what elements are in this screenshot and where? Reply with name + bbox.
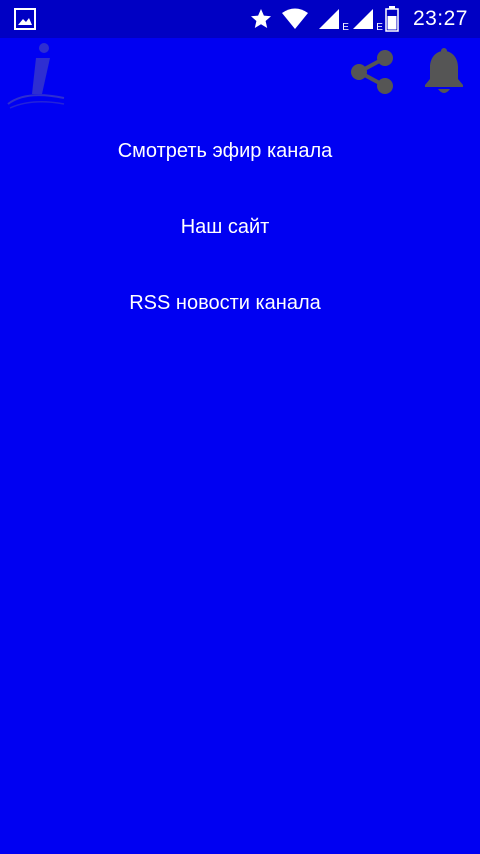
menu-item-watch-live[interactable]: Смотреть эфир канала [0,130,450,206]
signal-icon: E [351,7,383,33]
menu-item-rss-news[interactable]: RSS новости канала [0,282,450,358]
app-screen: E E 23:27 Смотреть эфир канала Наш сайт … [0,0,480,854]
star-icon [249,7,273,31]
notification-button[interactable] [420,47,468,102]
network-type-label: E [376,22,383,33]
signal-icon: E [317,7,349,33]
battery-icon [385,6,399,32]
share-icon [347,47,397,102]
menu-item-website[interactable]: Наш сайт [0,206,450,282]
image-icon [14,8,36,30]
status-icons: E E 23:27 [249,0,468,38]
bell-icon [422,47,466,102]
share-button[interactable] [346,48,398,100]
network-type-label: E [342,22,349,33]
status-bar: E E 23:27 [0,0,480,38]
clock: 23:27 [412,7,468,30]
app-logo [6,42,68,112]
main-menu: Смотреть эфир канала Наш сайт RSS новост… [0,130,450,358]
wifi-icon [281,7,309,31]
